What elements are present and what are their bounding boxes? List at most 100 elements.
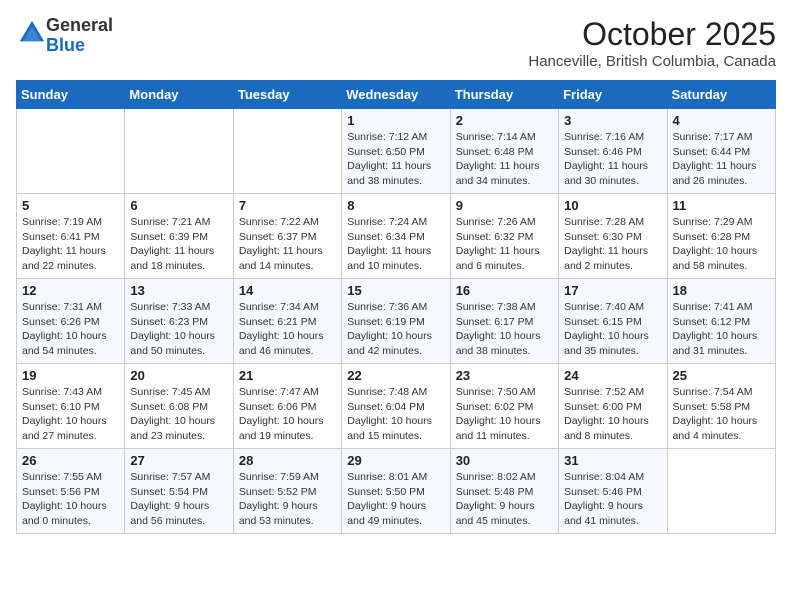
day-number: 24: [564, 368, 661, 383]
calendar-cell: 4 Sunrise: 7:17 AM Sunset: 6:44 PM Daylig…: [667, 109, 775, 194]
day-number: 14: [239, 283, 336, 298]
day-info: Sunrise: 8:04 AM Sunset: 5:46 PM Dayligh…: [564, 470, 661, 529]
day-info: Sunrise: 7:29 AM Sunset: 6:28 PM Dayligh…: [673, 215, 770, 274]
calendar-cell: 15Sunrise: 7:36 AM Sunset: 6:19 PM Dayli…: [342, 279, 450, 364]
calendar-cell: 18 Sunrise: 7:41 AM Sunset: 6:12 PM Dayli…: [667, 279, 775, 364]
day-number: 25: [673, 368, 770, 383]
day-number: 19: [22, 368, 119, 383]
day-info: Sunrise: 7:54 AM Sunset: 5:58 PM Dayligh…: [673, 385, 770, 444]
header-day-tuesday: Tuesday: [233, 81, 341, 109]
header-row: SundayMondayTuesdayWednesdayThursdayFrid…: [17, 81, 776, 109]
calendar-week-4: 26 Sunrise: 7:55 AM Sunset: 5:56 PM Dayli…: [17, 449, 776, 534]
calendar-cell: 5 Sunrise: 7:19 AM Sunset: 6:41 PM Daylig…: [17, 194, 125, 279]
month-title: October 2025: [528, 16, 776, 53]
day-number: 27: [130, 453, 227, 468]
day-info: Sunrise: 7:22 AM Sunset: 6:37 PM Dayligh…: [239, 215, 336, 274]
header-day-thursday: Thursday: [450, 81, 558, 109]
calendar-cell: 1 Sunrise: 7:12 AM Sunset: 6:50 PM Daylig…: [342, 109, 450, 194]
calendar-header: SundayMondayTuesdayWednesdayThursdayFrid…: [17, 81, 776, 109]
day-number: 10: [564, 198, 661, 213]
day-number: 17: [564, 283, 661, 298]
day-info: Sunrise: 7:33 AM Sunset: 6:23 PM Dayligh…: [130, 300, 227, 359]
calendar-body: 1 Sunrise: 7:12 AM Sunset: 6:50 PM Daylig…: [17, 109, 776, 534]
day-info: Sunrise: 7:52 AM Sunset: 6:00 PM Dayligh…: [564, 385, 661, 444]
calendar-cell: 24 Sunrise: 7:52 AM Sunset: 6:00 PM Dayli…: [559, 364, 667, 449]
header-day-saturday: Saturday: [667, 81, 775, 109]
calendar-cell: 23Sunrise: 7:50 AM Sunset: 6:02 PM Dayli…: [450, 364, 558, 449]
day-number: 26: [22, 453, 119, 468]
day-number: 7: [239, 198, 336, 213]
calendar-cell: 9 Sunrise: 7:26 AM Sunset: 6:32 PM Daylig…: [450, 194, 558, 279]
header-day-sunday: Sunday: [17, 81, 125, 109]
calendar-cell: 14 Sunrise: 7:34 AM Sunset: 6:21 PM Dayli…: [233, 279, 341, 364]
day-info: Sunrise: 7:24 AM Sunset: 6:34 PM Dayligh…: [347, 215, 444, 274]
calendar-cell: [667, 449, 775, 534]
day-info: Sunrise: 7:47 AM Sunset: 6:06 PM Dayligh…: [239, 385, 336, 444]
header-day-wednesday: Wednesday: [342, 81, 450, 109]
day-number: 4: [673, 113, 770, 128]
day-number: 5: [22, 198, 119, 213]
day-info: Sunrise: 7:26 AM Sunset: 6:32 PM Dayligh…: [456, 215, 553, 274]
day-number: 29: [347, 453, 444, 468]
day-info: Sunrise: 7:55 AM Sunset: 5:56 PM Dayligh…: [22, 470, 119, 529]
day-number: 3: [564, 113, 661, 128]
title-area: October 2025 Hanceville, British Columbi…: [528, 16, 776, 70]
calendar-cell: 17 Sunrise: 7:40 AM Sunset: 6:15 PM Dayli…: [559, 279, 667, 364]
day-number: 31: [564, 453, 661, 468]
day-info: Sunrise: 7:17 AM Sunset: 6:44 PM Dayligh…: [673, 130, 770, 189]
calendar-cell: 21 Sunrise: 7:47 AM Sunset: 6:06 PM Dayli…: [233, 364, 341, 449]
day-number: 21: [239, 368, 336, 383]
calendar-cell: 29 Sunrise: 8:01 AM Sunset: 5:50 PM Dayli…: [342, 449, 450, 534]
day-info: Sunrise: 7:34 AM Sunset: 6:21 PM Dayligh…: [239, 300, 336, 359]
day-number: 2: [456, 113, 553, 128]
calendar-cell: 16 Sunrise: 7:38 AM Sunset: 6:17 PM Dayli…: [450, 279, 558, 364]
day-info: Sunrise: 7:40 AM Sunset: 6:15 PM Dayligh…: [564, 300, 661, 359]
day-info: Sunrise: 7:57 AM Sunset: 5:54 PM Dayligh…: [130, 470, 227, 529]
day-number: 12: [22, 283, 119, 298]
day-number: 30: [456, 453, 553, 468]
logo-general-text: General: [46, 15, 113, 35]
header-day-friday: Friday: [559, 81, 667, 109]
day-number: 20: [130, 368, 227, 383]
calendar-cell: [125, 109, 233, 194]
day-info: Sunrise: 7:31 AM Sunset: 6:26 PM Dayligh…: [22, 300, 119, 359]
location-title: Hanceville, British Columbia, Canada: [528, 53, 776, 70]
day-info: Sunrise: 7:21 AM Sunset: 6:39 PM Dayligh…: [130, 215, 227, 274]
day-info: Sunrise: 7:19 AM Sunset: 6:41 PM Dayligh…: [22, 215, 119, 274]
day-info: Sunrise: 7:12 AM Sunset: 6:50 PM Dayligh…: [347, 130, 444, 189]
calendar-cell: 3 Sunrise: 7:16 AM Sunset: 6:46 PM Daylig…: [559, 109, 667, 194]
calendar-table: SundayMondayTuesdayWednesdayThursdayFrid…: [16, 80, 776, 534]
calendar-cell: 31 Sunrise: 8:04 AM Sunset: 5:46 PM Dayli…: [559, 449, 667, 534]
day-number: 6: [130, 198, 227, 213]
header: General Blue October 2025 Hanceville, Br…: [16, 16, 776, 70]
day-number: 15: [347, 283, 444, 298]
calendar-cell: 10 Sunrise: 7:28 AM Sunset: 6:30 PM Dayli…: [559, 194, 667, 279]
day-info: Sunrise: 7:41 AM Sunset: 6:12 PM Dayligh…: [673, 300, 770, 359]
calendar-cell: 7 Sunrise: 7:22 AM Sunset: 6:37 PM Daylig…: [233, 194, 341, 279]
day-number: 22: [347, 368, 444, 383]
calendar-week-2: 12 Sunrise: 7:31 AM Sunset: 6:26 PM Dayli…: [17, 279, 776, 364]
day-number: 9: [456, 198, 553, 213]
logo-blue-text: Blue: [46, 35, 85, 55]
calendar-cell: 12 Sunrise: 7:31 AM Sunset: 6:26 PM Dayli…: [17, 279, 125, 364]
logo: General Blue: [16, 16, 113, 56]
day-number: 16: [456, 283, 553, 298]
day-info: Sunrise: 7:38 AM Sunset: 6:17 PM Dayligh…: [456, 300, 553, 359]
day-info: Sunrise: 7:16 AM Sunset: 6:46 PM Dayligh…: [564, 130, 661, 189]
day-info: Sunrise: 8:01 AM Sunset: 5:50 PM Dayligh…: [347, 470, 444, 529]
calendar-cell: 8 Sunrise: 7:24 AM Sunset: 6:34 PM Daylig…: [342, 194, 450, 279]
day-info: Sunrise: 7:59 AM Sunset: 5:52 PM Dayligh…: [239, 470, 336, 529]
calendar-cell: 26 Sunrise: 7:55 AM Sunset: 5:56 PM Dayli…: [17, 449, 125, 534]
day-info: Sunrise: 7:43 AM Sunset: 6:10 PM Dayligh…: [22, 385, 119, 444]
day-number: 8: [347, 198, 444, 213]
header-day-monday: Monday: [125, 81, 233, 109]
calendar-cell: 22Sunrise: 7:48 AM Sunset: 6:04 PM Dayli…: [342, 364, 450, 449]
day-info: Sunrise: 7:28 AM Sunset: 6:30 PM Dayligh…: [564, 215, 661, 274]
day-number: 18: [673, 283, 770, 298]
calendar-cell: 6 Sunrise: 7:21 AM Sunset: 6:39 PM Daylig…: [125, 194, 233, 279]
calendar-cell: 19 Sunrise: 7:43 AM Sunset: 6:10 PM Dayli…: [17, 364, 125, 449]
day-info: Sunrise: 7:45 AM Sunset: 6:08 PM Dayligh…: [130, 385, 227, 444]
calendar-cell: 20 Sunrise: 7:45 AM Sunset: 6:08 PM Dayli…: [125, 364, 233, 449]
day-number: 1: [347, 113, 444, 128]
calendar-cell: 2Sunrise: 7:14 AM Sunset: 6:48 PM Daylig…: [450, 109, 558, 194]
